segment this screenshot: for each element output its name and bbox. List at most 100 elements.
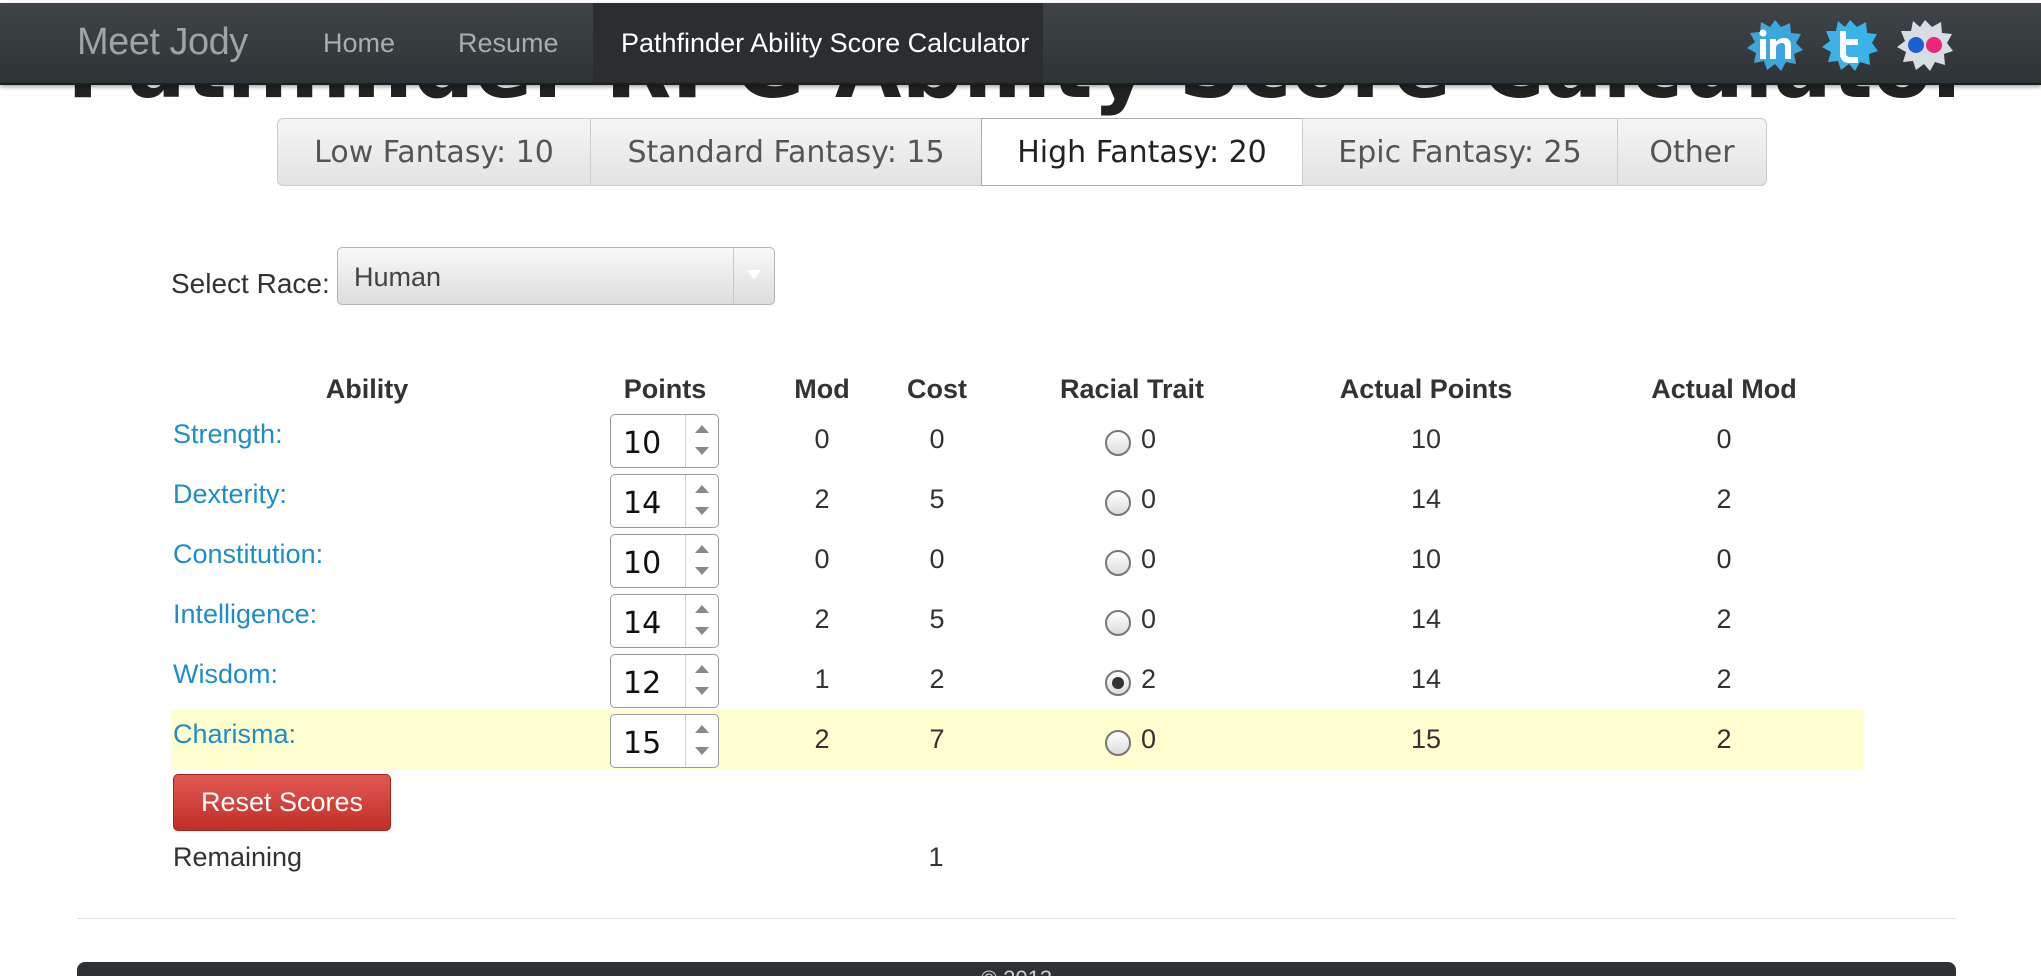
remaining-label: Remaining [173,842,303,872]
points-value: 12 [623,666,662,701]
points-value: 14 [623,486,662,521]
actual-points-value: 14 [1410,604,1442,634]
ability-strength[interactable]: Strength: [173,419,283,450]
ability-intelligence[interactable]: Intelligence: [173,599,317,630]
linkedin-icon[interactable] [1745,17,1805,73]
cost-value: 0 [929,544,945,574]
fantasy-tabs: Low Fantasy: 10 Standard Fantasy: 15 Hig… [277,118,1767,186]
tab-low-fantasy[interactable]: Low Fantasy: 10 [277,118,591,186]
arrow-up-icon[interactable] [695,605,709,613]
spinner-arrows [685,655,718,707]
racial-trait-radio-strength[interactable] [1105,430,1131,456]
chevron-down-icon [747,270,761,280]
arrow-down-icon[interactable] [695,627,709,635]
actual-mod-value: 2 [1716,664,1732,694]
arrow-up-icon[interactable] [695,725,709,733]
nav-resume[interactable]: Resume [458,28,559,59]
points-spinner-charisma[interactable]: 15 [610,714,719,768]
actual-mod-value: 2 [1716,604,1732,634]
header-actual-points: Actual Points [1339,374,1513,404]
nav-calculator[interactable]: Pathfinder Ability Score Calculator [621,28,1029,59]
mod-value: 2 [814,604,830,634]
nav-home[interactable]: Home [323,28,395,59]
footer-copyright: © 2013 [77,966,1956,976]
arrow-down-icon[interactable] [695,567,709,575]
tab-high-fantasy[interactable]: High Fantasy: 20 [981,118,1303,186]
actual-mod-value: 2 [1716,484,1732,514]
racial-trait-radio-dexterity[interactable] [1105,490,1131,516]
mod-value: 0 [814,424,830,454]
actual-mod-value: 0 [1716,544,1732,574]
actual-points-value: 10 [1410,544,1442,574]
arrow-up-icon[interactable] [695,425,709,433]
arrow-down-icon[interactable] [695,447,709,455]
cost-value: 0 [929,424,945,454]
header-cost: Cost [907,374,967,404]
twitter-icon[interactable] [1820,17,1880,73]
actual-points-value: 14 [1410,484,1442,514]
navbar: Meet Jody Home Resume Pathfinder Ability… [0,3,2041,85]
points-spinner-dexterity[interactable]: 14 [610,474,719,528]
points-value: 10 [623,546,662,581]
points-spinner-intelligence[interactable]: 14 [610,594,719,648]
points-spinner-strength[interactable]: 10 [610,414,719,468]
tab-standard-fantasy[interactable]: Standard Fantasy: 15 [590,118,982,186]
race-label: Select Race: [171,268,330,299]
ability-constitution[interactable]: Constitution: [173,539,323,570]
remaining-value: 1 [928,842,944,872]
ability-charisma[interactable]: Charisma: [173,719,296,750]
brand-logo[interactable]: Meet Jody [77,21,248,64]
spinner-arrows [685,715,718,767]
race-dropdown-toggle[interactable] [733,248,774,304]
header-ability: Ability [325,374,409,404]
spinner-arrows [685,415,718,467]
arrow-up-icon[interactable] [695,665,709,673]
racial-trait-value: 2 [1141,664,1157,694]
ability-dexterity[interactable]: Dexterity: [173,479,287,510]
points-spinner-wisdom[interactable]: 12 [610,654,719,708]
header-racial-trait: Racial Trait [1059,374,1205,404]
mod-value: 1 [814,664,830,694]
arrow-up-icon[interactable] [695,545,709,553]
points-spinner-constitution[interactable]: 10 [610,534,719,588]
actual-points-value: 14 [1410,664,1442,694]
racial-trait-radio-wisdom[interactable] [1105,670,1131,696]
arrow-down-icon[interactable] [695,687,709,695]
mod-value: 2 [814,724,830,754]
actual-mod-value: 0 [1716,424,1732,454]
flickr-icon[interactable] [1895,17,1955,73]
spinner-arrows [685,535,718,587]
racial-trait-radio-constitution[interactable] [1105,550,1131,576]
racial-trait-radio-intelligence[interactable] [1105,610,1131,636]
header-actual-mod: Actual Mod [1651,374,1797,404]
race-selected-value: Human [354,262,442,292]
spinner-arrows [685,475,718,527]
header-mod: Mod [794,374,850,404]
page: Pathfinder RPG Ability Score Calculator … [0,0,2041,976]
points-value: 14 [623,606,662,641]
racial-trait-value: 0 [1141,544,1157,574]
actual-points-value: 15 [1410,724,1442,754]
cost-value: 7 [929,724,945,754]
mod-value: 0 [814,544,830,574]
arrow-down-icon[interactable] [695,507,709,515]
mod-value: 2 [814,484,830,514]
racial-trait-value: 0 [1141,724,1157,754]
divider [77,918,1956,919]
arrow-down-icon[interactable] [695,747,709,755]
actual-mod-value: 2 [1716,724,1732,754]
race-select[interactable]: Human [337,247,775,305]
points-value: 10 [623,426,662,461]
racial-trait-value: 0 [1141,484,1157,514]
spinner-arrows [685,595,718,647]
arrow-up-icon[interactable] [695,485,709,493]
racial-trait-value: 0 [1141,604,1157,634]
footer: © 2013 [77,962,1956,976]
highlighted-row [171,710,1864,770]
reset-scores-button[interactable]: Reset Scores [173,774,391,831]
tab-epic-fantasy[interactable]: Epic Fantasy: 25 [1302,118,1618,186]
actual-points-value: 10 [1410,424,1442,454]
ability-wisdom[interactable]: Wisdom: [173,659,278,690]
racial-trait-radio-charisma[interactable] [1105,730,1131,756]
tab-other[interactable]: Other [1617,118,1767,186]
